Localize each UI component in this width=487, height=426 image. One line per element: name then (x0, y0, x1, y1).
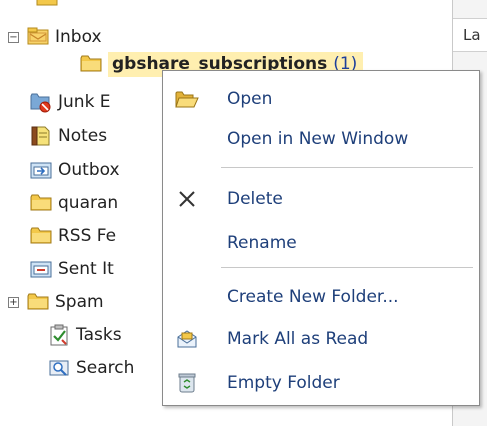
context-menu: Open Open in New Window Delete Rename Cr… (162, 70, 480, 406)
folder-icon (30, 192, 52, 214)
menu-separator (221, 167, 473, 168)
tree-item-tasks[interactable]: Tasks (48, 321, 122, 349)
menu-item-open[interactable]: Open (163, 79, 479, 119)
tree-item-label: RSS Fe (58, 226, 117, 246)
tree-item-inbox[interactable]: − Inbox (8, 23, 102, 51)
menu-item-label: Rename (227, 233, 297, 253)
tree-item-label: Spam (55, 292, 104, 312)
menu-separator (221, 267, 473, 268)
menu-item-label: Mark All as Read (227, 329, 369, 349)
collapse-toggle-icon[interactable]: − (8, 31, 19, 43)
tree-item-quarantine[interactable]: quaran (30, 189, 118, 217)
tree-item-label: Search (76, 358, 135, 378)
delete-x-icon (163, 179, 211, 219)
menu-item-label: Delete (227, 189, 283, 209)
menu-item-label: Open in New Window (227, 129, 409, 149)
menu-item-label: Create New Folder... (227, 287, 399, 307)
tree-item-label: Sent It (58, 259, 114, 279)
outbox-icon (30, 159, 52, 181)
menu-item-open-in-new-window[interactable]: Open in New Window (163, 119, 479, 159)
tree-item-label: Inbox (55, 27, 102, 47)
tree-item-label: Junk E (58, 92, 111, 112)
notes-icon (30, 125, 52, 147)
folder-icon (30, 225, 52, 247)
menu-item-icon-empty (163, 277, 211, 317)
inbox-icon (27, 26, 49, 48)
sent-items-icon (30, 258, 52, 280)
tree-item-junk[interactable]: Junk E (30, 88, 111, 116)
menu-item-mark-all-as-read[interactable]: Mark All as Read (163, 319, 479, 359)
folder-icon (27, 291, 49, 313)
clipped-folder-icon (36, 0, 58, 6)
menu-item-label: Open (227, 89, 273, 109)
tree-item-spam[interactable]: + Spam (8, 288, 104, 316)
menu-item-empty-folder[interactable]: Empty Folder (163, 363, 479, 403)
tree-item-sent-items[interactable]: Sent It (30, 255, 114, 283)
expand-toggle-icon[interactable]: + (8, 296, 19, 308)
tree-item-label: quaran (58, 193, 119, 213)
tree-item-notes[interactable]: Notes (30, 122, 107, 150)
menu-item-label: Empty Folder (227, 373, 340, 393)
tree-item-label: Notes (58, 126, 108, 146)
search-folder-icon (48, 357, 70, 379)
tree-item-outbox[interactable]: Outbox (30, 156, 120, 184)
open-folder-icon (163, 79, 211, 119)
folder-icon (80, 53, 102, 75)
menu-item-create-new-folder[interactable]: Create New Folder... (163, 277, 479, 317)
menu-item-rename[interactable]: Rename (163, 223, 479, 263)
tree-item-label: Tasks (76, 325, 122, 345)
menu-item-icon-empty (163, 223, 211, 263)
menu-item-icon-empty (163, 119, 211, 159)
column-header[interactable]: La (453, 18, 487, 52)
menu-item-delete[interactable]: Delete (163, 179, 479, 219)
junk-folder-icon (30, 91, 52, 113)
tree-item-rss-feeds[interactable]: RSS Fe (30, 222, 116, 250)
envelope-read-icon (163, 319, 211, 359)
tree-item-search-folders[interactable]: Search (48, 354, 134, 382)
tree-item-label: Outbox (58, 160, 120, 180)
tasks-icon (48, 324, 70, 346)
recycle-bin-icon (163, 363, 211, 403)
